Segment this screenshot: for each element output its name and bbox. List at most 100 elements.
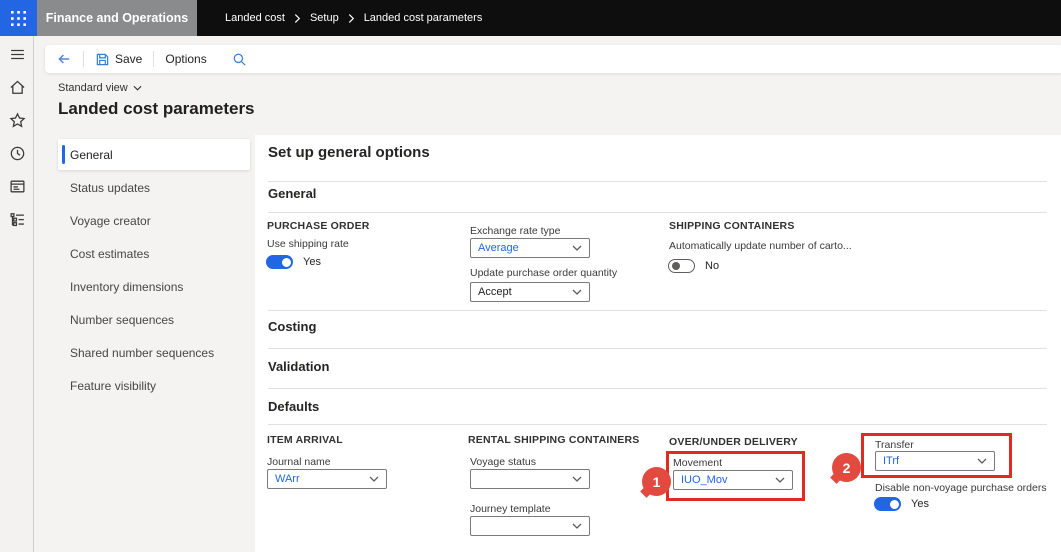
disable-non-voyage-toggle-row: Yes bbox=[874, 497, 929, 511]
group-header-purchase-order: PURCHASE ORDER bbox=[267, 220, 370, 232]
disable-non-voyage-label: Disable non-voyage purchase orders bbox=[875, 482, 1047, 494]
annotation-rectangle-1 bbox=[666, 451, 805, 501]
tab-label: Feature visibility bbox=[70, 378, 157, 393]
auto-update-cartons-value: No bbox=[705, 260, 720, 272]
auto-update-cartons-label: Automatically update number of carto... bbox=[669, 240, 852, 252]
section-header-defaults[interactable]: Defaults bbox=[268, 399, 319, 414]
back-button[interactable] bbox=[45, 45, 83, 73]
annotation-step-badge-1: 1 bbox=[642, 467, 671, 496]
section-header-validation[interactable]: Validation bbox=[268, 359, 329, 374]
voyage-status-label: Voyage status bbox=[470, 456, 536, 468]
journal-name-label: Journal name bbox=[267, 456, 331, 468]
journal-name-dropdown[interactable]: WArr bbox=[267, 469, 387, 489]
options-label: Options bbox=[165, 52, 207, 66]
dashboard-icon bbox=[9, 180, 25, 192]
tab-label: General bbox=[70, 147, 113, 162]
options-button[interactable]: Options bbox=[154, 45, 217, 73]
toggle-knob bbox=[281, 257, 291, 267]
home-icon bbox=[9, 80, 25, 94]
update-po-quantity-label: Update purchase order quantity bbox=[470, 267, 618, 279]
search-icon bbox=[233, 53, 246, 66]
divider bbox=[268, 348, 1047, 349]
divider bbox=[268, 310, 1047, 311]
annotation-step-badge-2: 2 bbox=[832, 453, 861, 482]
waffle-icon bbox=[11, 10, 26, 26]
journey-template-label: Journey template bbox=[470, 503, 551, 515]
divider bbox=[268, 388, 1047, 389]
tab-voyage-creator[interactable]: Voyage creator bbox=[58, 205, 250, 236]
annotation-number: 2 bbox=[842, 459, 851, 476]
view-selector-label: Standard view bbox=[58, 82, 128, 94]
chevron-down-icon bbox=[572, 245, 582, 251]
divider bbox=[268, 424, 1047, 425]
page-title: Landed cost parameters bbox=[58, 99, 255, 118]
section-header-general[interactable]: General bbox=[268, 186, 316, 201]
annotation-rectangle-2 bbox=[861, 433, 1012, 478]
breadcrumb-item-landed-cost-parameters[interactable]: Landed cost parameters bbox=[364, 12, 483, 24]
command-bar: Save Options bbox=[45, 45, 1061, 73]
view-selector[interactable]: Standard view bbox=[58, 82, 142, 94]
top-navigation-bar: Finance and Operations Landed cost Setup… bbox=[0, 0, 1061, 36]
content-heading: Set up general options bbox=[268, 144, 430, 161]
search-button[interactable] bbox=[218, 45, 261, 73]
breadcrumb-chevron-icon bbox=[348, 13, 354, 23]
journey-template-dropdown[interactable] bbox=[470, 516, 590, 536]
auto-update-cartons-toggle[interactable] bbox=[668, 259, 695, 273]
exchange-rate-type-label: Exchange rate type bbox=[470, 225, 561, 237]
tab-shared-number-sequences[interactable]: Shared number sequences bbox=[58, 337, 250, 368]
chevron-down-icon bbox=[369, 476, 379, 482]
chevron-down-icon bbox=[133, 85, 142, 91]
tab-label: Voyage creator bbox=[70, 213, 151, 228]
modules-button[interactable] bbox=[5, 207, 29, 231]
auto-update-cartons-toggle-row: No bbox=[668, 259, 719, 273]
home-button[interactable] bbox=[5, 75, 29, 99]
use-shipping-rate-toggle[interactable] bbox=[266, 255, 293, 269]
tab-inventory-dimensions[interactable]: Inventory dimensions bbox=[58, 271, 250, 302]
disable-non-voyage-value: Yes bbox=[911, 498, 929, 510]
disable-non-voyage-toggle[interactable] bbox=[874, 497, 901, 511]
toggle-knob bbox=[889, 499, 899, 509]
tab-label: Status updates bbox=[70, 180, 151, 195]
breadcrumb-chevron-icon bbox=[294, 13, 301, 23]
chevron-down-icon bbox=[572, 523, 582, 529]
clock-icon bbox=[10, 146, 24, 160]
breadcrumb-item-setup[interactable]: Setup bbox=[310, 12, 339, 24]
app-name-chip[interactable]: Finance and Operations bbox=[37, 0, 197, 36]
group-header-over-under-delivery: OVER/UNDER DELIVERY bbox=[669, 436, 798, 448]
dropdown-value: WArr bbox=[275, 473, 300, 485]
dropdown-value: Accept bbox=[478, 286, 512, 298]
tab-number-sequences[interactable]: Number sequences bbox=[58, 304, 250, 335]
save-icon bbox=[96, 53, 109, 65]
breadcrumb: Landed cost Setup Landed cost parameters bbox=[225, 0, 482, 36]
use-shipping-rate-label: Use shipping rate bbox=[267, 238, 349, 250]
exchange-rate-type-dropdown[interactable]: Average bbox=[470, 238, 590, 258]
divider bbox=[268, 212, 1047, 213]
tab-cost-estimates[interactable]: Cost estimates bbox=[58, 238, 250, 269]
toggle-knob bbox=[671, 262, 680, 270]
dropdown-value: Average bbox=[478, 242, 519, 254]
breadcrumb-item-landed-cost[interactable]: Landed cost bbox=[225, 12, 285, 24]
tab-label: Cost estimates bbox=[70, 246, 150, 261]
update-po-quantity-dropdown[interactable]: Accept bbox=[470, 282, 590, 302]
chevron-down-icon bbox=[572, 289, 582, 295]
favorites-button[interactable] bbox=[5, 108, 29, 132]
recent-button[interactable] bbox=[5, 141, 29, 165]
tab-label: Shared number sequences bbox=[70, 345, 215, 360]
tab-status-updates[interactable]: Status updates bbox=[58, 172, 250, 203]
selected-tab-indicator bbox=[62, 145, 65, 164]
section-header-costing[interactable]: Costing bbox=[268, 319, 316, 334]
app-launcher-button[interactable] bbox=[0, 0, 37, 36]
tab-label: Number sequences bbox=[70, 312, 175, 327]
tab-general[interactable]: General bbox=[58, 139, 250, 170]
chevron-down-icon bbox=[572, 476, 582, 482]
default-dashboard-button[interactable] bbox=[5, 174, 29, 198]
save-button[interactable]: Save bbox=[84, 45, 153, 73]
divider bbox=[268, 181, 1047, 182]
group-header-shipping-containers: SHIPPING CONTAINERS bbox=[669, 220, 795, 232]
expand-menu-button[interactable] bbox=[5, 42, 29, 66]
voyage-status-dropdown[interactable] bbox=[470, 469, 590, 489]
tab-feature-visibility[interactable]: Feature visibility bbox=[58, 370, 250, 401]
back-arrow-icon bbox=[58, 54, 70, 64]
save-label: Save bbox=[115, 52, 143, 66]
hamburger-icon bbox=[10, 49, 24, 59]
